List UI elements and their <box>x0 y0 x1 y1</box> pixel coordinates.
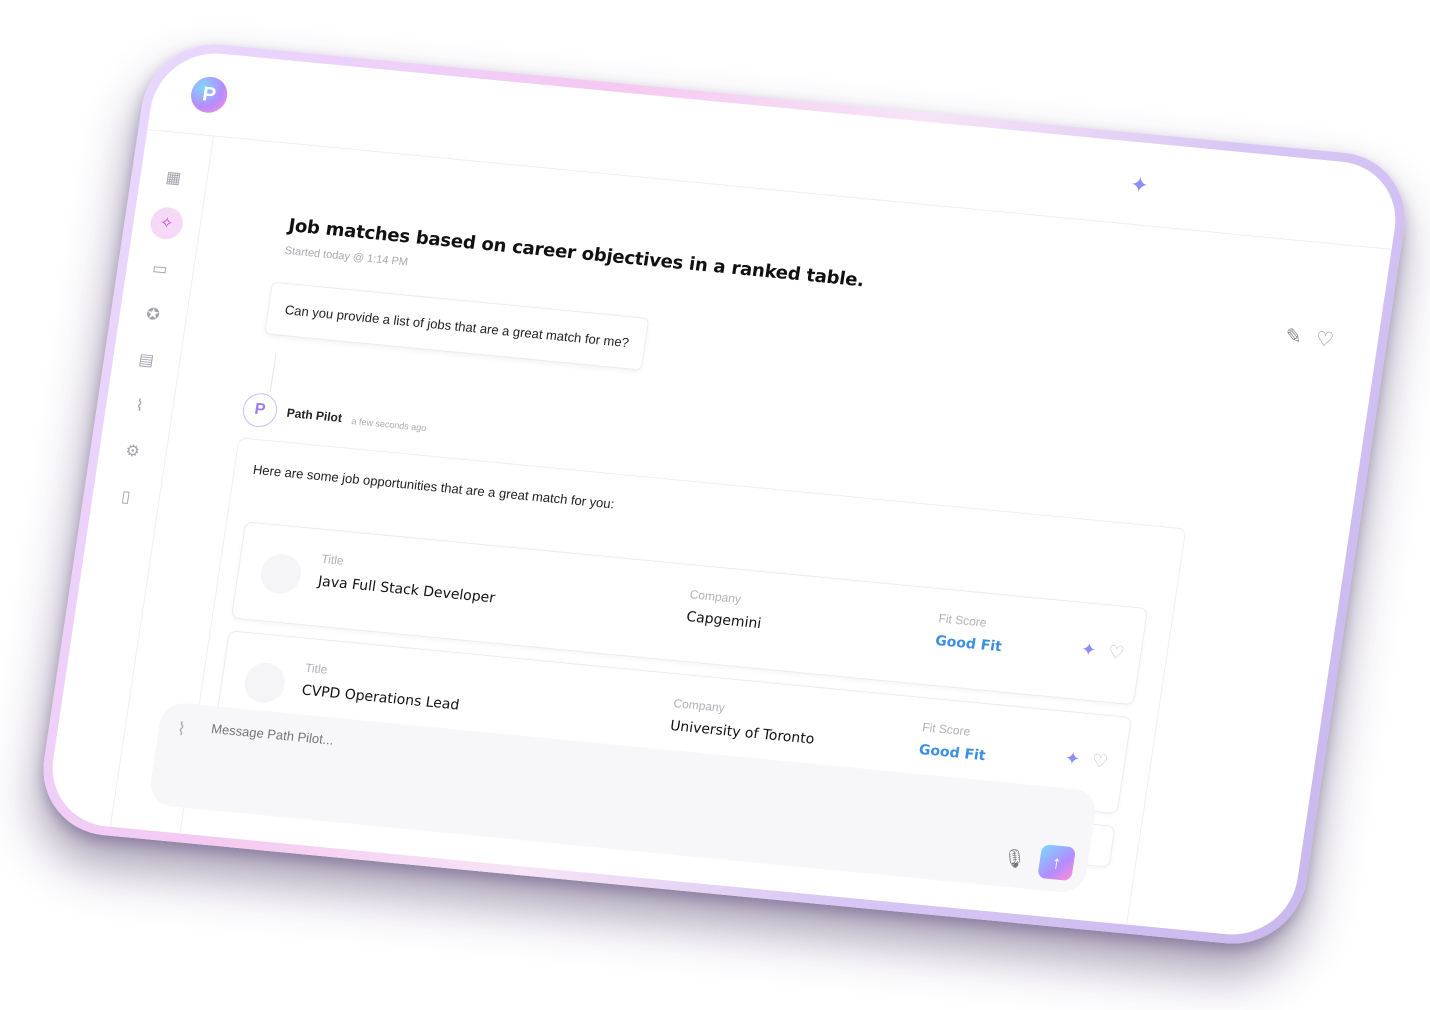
fit-label: Fit Score <box>937 611 988 630</box>
app-logo[interactable]: P <box>188 75 230 115</box>
job-title-col: Title Java Full Stack Developer <box>317 552 499 607</box>
company-label: Company <box>688 587 743 607</box>
bot-avatar: P <box>240 391 280 429</box>
award-icon[interactable]: ✪ <box>135 297 172 332</box>
fit-col: Fit Score Good Fit <box>918 720 990 764</box>
heart-icon[interactable]: ♡ <box>1107 642 1126 664</box>
heart-icon[interactable]: ♡ <box>1090 751 1109 773</box>
company-name: Capgemini <box>685 609 763 633</box>
sparkle-pin-icon[interactable]: ✧ <box>148 205 185 241</box>
company-name: University of Toronto <box>668 717 816 748</box>
paperclip-icon[interactable]: ⌇ <box>121 388 158 423</box>
fit-score: Good Fit <box>934 633 1003 656</box>
company-logo <box>258 552 304 596</box>
thread-line <box>269 352 277 393</box>
card-check-icon[interactable]: ▤ <box>128 343 165 378</box>
gear-icon[interactable]: ⚙ <box>114 434 151 469</box>
bot-time: a few seconds ago <box>350 415 428 433</box>
sparkle-icon[interactable]: ✦ <box>1080 639 1098 661</box>
app-screen: P ✦ ▦ ✧ ▭ ✪ ▤ ⌇ ⚙ ▯ Job matches based on… <box>44 47 1404 941</box>
fit-label: Fit Score <box>921 720 972 739</box>
paperclip-icon[interactable]: ⌇ <box>175 719 188 741</box>
row-actions: ✦ ♡ <box>1063 748 1110 773</box>
row-actions: ✦ ♡ <box>1080 639 1126 664</box>
bot-name: Path Pilot <box>285 405 343 425</box>
company-col: Company University of Toronto <box>669 696 819 748</box>
briefcase-icon[interactable]: ▭ <box>142 252 179 287</box>
panel-icon[interactable]: ▯ <box>108 479 145 514</box>
fit-col: Fit Score Good Fit <box>934 611 1006 655</box>
bot-header: P Path Pilot a few seconds ago <box>240 391 430 443</box>
chat-started-time: Started today @ 1:14 PM <box>283 244 409 269</box>
bot-intro: Here are some job opportunities that are… <box>252 461 616 512</box>
sparkle-icon[interactable]: ✦ <box>1063 748 1082 770</box>
send-button[interactable]: ↑ <box>1037 844 1077 882</box>
microphone-icon[interactable]: 🎙 <box>1001 848 1028 871</box>
fit-score: Good Fit <box>917 741 987 765</box>
title-actions: ✎ ♡ <box>1283 323 1335 352</box>
user-message: Can you provide a list of jobs that are … <box>264 281 650 371</box>
grid-icon[interactable]: ▦ <box>155 160 192 195</box>
job-title-col: Title CVPD Operations Lead <box>301 661 464 714</box>
tablet-frame: P ✦ ▦ ✧ ▭ ✪ ▤ ⌇ ⚙ ▯ Job matches based on… <box>33 38 1415 950</box>
sparkle-icon[interactable]: ✦ <box>1128 172 1151 200</box>
edit-icon[interactable]: ✎ <box>1283 323 1303 349</box>
chat-main: Job matches based on career objectives i… <box>110 135 1392 941</box>
heart-icon[interactable]: ♡ <box>1314 326 1336 352</box>
company-logo <box>241 661 288 705</box>
company-col: Company Capgemini <box>685 587 765 632</box>
